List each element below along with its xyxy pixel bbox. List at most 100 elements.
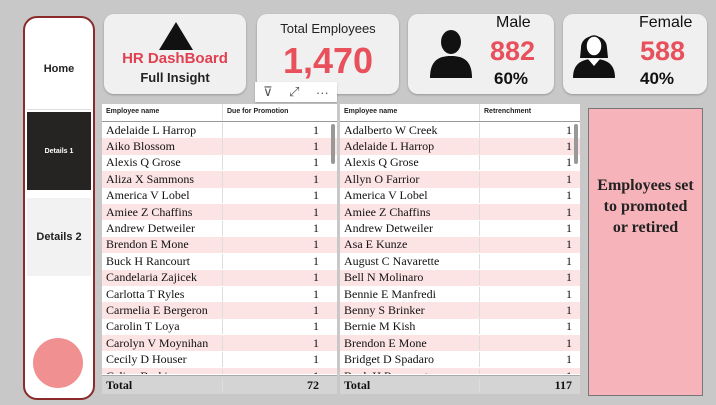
employee-name-cell: Carolin T Loya: [102, 319, 223, 335]
table-row[interactable]: Andrew Detweiler 1: [340, 220, 580, 237]
scrollbar[interactable]: [574, 124, 578, 164]
column-header-due-for-promotion[interactable]: Due for Promotion: [223, 104, 323, 121]
male-percent: 60%: [494, 69, 529, 88]
value-cell: 1: [566, 286, 572, 301]
table-row[interactable]: Candelaria Zajicek 1: [102, 269, 337, 286]
table-row[interactable]: America V Lobel 1: [102, 188, 337, 204]
employee-name-cell: Aiko Blossom: [102, 139, 223, 155]
male-card: Male 882 60%: [408, 14, 554, 94]
employee-name-cell: Andrew Detweiler: [102, 221, 223, 237]
employee-name-cell: Adelaide L Harrop: [340, 139, 480, 155]
employee-name-cell: America V Lobel: [340, 188, 480, 204]
female-person-icon: [573, 35, 615, 78]
table-row[interactable]: Carlotta T Ryles 1: [102, 286, 337, 302]
value-cell: 1: [566, 122, 572, 137]
table-row[interactable]: Celine Baskin1: [102, 367, 337, 374]
value-cell: 1: [566, 237, 572, 252]
value-cell: 1: [566, 335, 572, 350]
table-header: Employee name Due for Promotion: [102, 104, 337, 122]
table-header: Employee name Retrenchment: [340, 104, 580, 122]
table-row[interactable]: Carmelia E Bergeron 1: [102, 302, 337, 319]
visual-toolbar: ⊽ ⤢ ···: [255, 82, 337, 102]
employee-name-cell: Adelaide L Harrop: [102, 122, 223, 138]
value-cell: 1: [566, 204, 572, 219]
table-row[interactable]: Brendon E Mone 1: [340, 335, 580, 352]
table-row[interactable]: Aliza X Sammons 1: [102, 171, 337, 188]
employee-name-cell: Andrew Detweiler: [340, 221, 480, 237]
value-cell: 1: [313, 221, 319, 236]
employee-name-cell: Celine Baskin: [102, 368, 223, 374]
table-row[interactable]: Adalberto W Creek 1: [340, 122, 580, 138]
value-cell: 1: [313, 139, 319, 154]
table-row[interactable]: Brendon E Mone 1: [102, 236, 337, 254]
table-row[interactable]: Adelaide L Harrop 1: [102, 122, 337, 138]
employee-name-cell: Alexis Q Grose: [102, 155, 223, 171]
table-row[interactable]: Andrew Detweiler 1: [102, 220, 337, 237]
column-header-employee-name[interactable]: Employee name: [340, 104, 480, 121]
table-row[interactable]: Cecily D Houser 1: [102, 351, 337, 368]
table-row[interactable]: Bernie M Kish 1: [340, 319, 580, 335]
value-cell: 1: [313, 253, 319, 268]
filter-icon[interactable]: ⊽: [263, 84, 273, 100]
sidebar: Home Details 1 Details 2: [23, 16, 95, 400]
table-row[interactable]: Bennie E Manfredi 1: [340, 286, 580, 302]
employee-name-cell: Amiee Z Chaffins: [340, 204, 480, 220]
employee-name-cell: Bell N Molinaro: [340, 270, 480, 286]
column-header-retrenchment[interactable]: Retrenchment: [480, 104, 576, 121]
female-percent: 40%: [640, 69, 675, 88]
more-options-icon[interactable]: ···: [316, 85, 329, 100]
table-row[interactable]: Buck H Rancourt1: [340, 367, 580, 374]
table-row[interactable]: Asa E Kunze 1: [340, 236, 580, 254]
table-row[interactable]: August C Navarette 1: [340, 253, 580, 269]
nav-details-1-button[interactable]: Details 1: [27, 112, 91, 190]
info-text: Employees set to promoted or retired: [597, 177, 694, 236]
nav-home-button[interactable]: Home: [27, 28, 91, 110]
focus-mode-icon[interactable]: ⤢: [289, 84, 299, 100]
table-row[interactable]: Alexis Q Grose 1: [102, 155, 337, 171]
table-row[interactable]: Buck H Rancourt 1: [102, 253, 337, 269]
column-header-employee-name[interactable]: Employee name: [102, 104, 223, 121]
table-row[interactable]: Aiko Blossom 1: [102, 138, 337, 155]
brand-card: HR DashBoard Full Insight: [104, 14, 246, 94]
table-row[interactable]: Carolyn V Moynihan 1: [102, 335, 337, 352]
value-cell: 1: [480, 369, 576, 374]
value-cell: 1: [313, 237, 319, 252]
employee-name-cell: Amiee Z Chaffins: [102, 204, 223, 220]
employee-name-cell: Candelaria Zajicek: [102, 270, 223, 286]
brand-title: HR DashBoard: [122, 50, 228, 67]
value-cell: 1: [313, 204, 319, 219]
employee-name-cell: Carlotta T Ryles: [102, 286, 223, 302]
table-row[interactable]: Alexis Q Grose 1: [340, 155, 580, 171]
total-label: Total: [102, 377, 223, 393]
table-row[interactable]: Allyn O Farrior 1: [340, 171, 580, 188]
table-row[interactable]: Bell N Molinaro 1: [340, 269, 580, 286]
table-row[interactable]: Bridget D Spadaro 1: [340, 351, 580, 368]
total-value: 72: [307, 377, 319, 392]
male-label: Male: [496, 14, 531, 31]
scrollbar[interactable]: [331, 124, 335, 164]
employee-name-cell: Benny S Brinker: [340, 302, 480, 318]
table-row[interactable]: Amiee Z Chaffins 1: [102, 203, 337, 221]
table-total-row: Total 72: [102, 375, 337, 394]
value-cell: 1: [313, 188, 319, 203]
employee-name-cell: Allyn O Farrior: [340, 171, 480, 187]
employee-name-cell: Buck H Rancourt: [102, 253, 223, 269]
table-row[interactable]: Adelaide L Harrop 1: [340, 138, 580, 155]
value-cell: 1: [566, 171, 572, 186]
table-row[interactable]: Carolin T Loya 1: [102, 319, 337, 335]
employee-name-cell: Adalberto W Creek: [340, 122, 480, 138]
employee-name-cell: Carolyn V Moynihan: [102, 335, 223, 351]
male-person-icon: [430, 30, 472, 78]
value-cell: 1: [566, 188, 572, 203]
employee-name-cell: Carmelia E Bergeron: [102, 302, 223, 318]
employee-name-cell: Buck H Rancourt: [340, 368, 480, 374]
female-label: Female: [639, 14, 693, 31]
table-row[interactable]: Amiee Z Chaffins 1: [340, 203, 580, 221]
nav-details-2-button[interactable]: Details 2: [27, 198, 91, 276]
circle-button[interactable]: [33, 338, 83, 388]
employee-name-cell: Bennie E Manfredi: [340, 286, 480, 302]
employee-name-cell: Bernie M Kish: [340, 319, 480, 335]
table-row[interactable]: Benny S Brinker 1: [340, 302, 580, 319]
table-row[interactable]: America V Lobel 1: [340, 188, 580, 204]
value-cell: 1: [566, 270, 572, 285]
